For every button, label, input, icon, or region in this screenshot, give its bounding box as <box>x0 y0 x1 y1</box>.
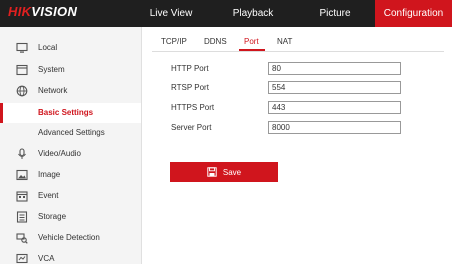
sidebar-item-label: Image <box>38 170 61 179</box>
sidebar-item-label: VCA <box>38 254 55 263</box>
sidebar-item-label: Local <box>38 43 58 52</box>
rtsp-port-input[interactable] <box>268 81 401 94</box>
save-button-label: Save <box>222 167 242 177</box>
tab-nat[interactable]: NAT <box>277 37 292 46</box>
tab-ddns[interactable]: DDNS <box>204 37 227 46</box>
http-port-input[interactable] <box>268 62 401 75</box>
sidebar-item-advanced-settings[interactable]: Advanced Settings <box>0 123 141 143</box>
nav-picture[interactable]: Picture <box>296 0 374 27</box>
sidebar-item-event[interactable]: Event <box>0 186 141 206</box>
server-port-row: Server Port <box>171 121 411 135</box>
sidebar-item-label: Basic Settings <box>38 108 94 117</box>
image-icon <box>16 169 28 181</box>
https-port-input[interactable] <box>268 101 401 114</box>
https-port-row: HTTPS Port <box>171 101 411 115</box>
tab-tcpip[interactable]: TCP/IP <box>161 37 187 46</box>
sidebar-item-label: Vehicle Detection <box>38 233 100 242</box>
sidebar-item-label: Storage <box>38 212 67 221</box>
https-port-label: HTTPS Port <box>171 103 215 112</box>
sidebar-item-basic-settings[interactable]: Basic Settings <box>0 103 141 123</box>
sidebar-item-vca[interactable]: VCA <box>0 249 141 264</box>
sidebar: Local System Network Basic Settings Adva… <box>0 27 142 264</box>
http-port-row: HTTP Port <box>171 62 411 76</box>
tab-port[interactable]: Port <box>244 37 259 46</box>
vca-icon <box>16 253 28 264</box>
save-disk-icon <box>207 167 217 177</box>
hikvision-logo: HIKVISION <box>8 4 78 19</box>
http-port-label: HTTP Port <box>171 64 209 73</box>
nav-live-view[interactable]: Live View <box>132 0 210 27</box>
vehicle-search-icon <box>16 232 28 244</box>
active-tab-indicator <box>239 49 265 51</box>
sidebar-item-label: Event <box>38 191 59 200</box>
save-button[interactable]: Save <box>170 162 278 182</box>
rtsp-port-label: RTSP Port <box>171 83 209 92</box>
sidebar-item-system[interactable]: System <box>0 60 141 80</box>
sidebar-item-video-audio[interactable]: Video/Audio <box>0 144 141 164</box>
sidebar-item-local[interactable]: Local <box>0 38 141 58</box>
server-port-input[interactable] <box>268 121 401 134</box>
sidebar-item-image[interactable]: Image <box>0 165 141 185</box>
sidebar-item-label: Network <box>38 86 68 95</box>
sidebar-item-storage[interactable]: Storage <box>0 207 141 227</box>
nav-configuration[interactable]: Configuration <box>375 0 452 27</box>
network-tabs: TCP/IP DDNS Port NAT <box>152 34 444 52</box>
nav-playback[interactable]: Playback <box>214 0 292 27</box>
server-port-label: Server Port <box>171 123 212 132</box>
monitor-icon <box>16 42 28 54</box>
sidebar-item-label: Advanced Settings <box>38 128 105 137</box>
sidebar-item-vehicle-detection[interactable]: Vehicle Detection <box>0 228 141 248</box>
globe-icon <box>16 85 28 97</box>
rtsp-port-row: RTSP Port <box>171 81 411 95</box>
storage-icon <box>16 211 28 223</box>
sidebar-item-label: System <box>38 65 65 74</box>
sidebar-item-network[interactable]: Network <box>0 81 141 101</box>
calendar-icon <box>16 190 28 202</box>
system-window-icon <box>16 64 28 76</box>
sidebar-item-label: Video/Audio <box>38 149 81 158</box>
top-bar: HIKVISION Live View Playback Picture Con… <box>0 0 452 27</box>
microphone-icon <box>16 148 28 160</box>
